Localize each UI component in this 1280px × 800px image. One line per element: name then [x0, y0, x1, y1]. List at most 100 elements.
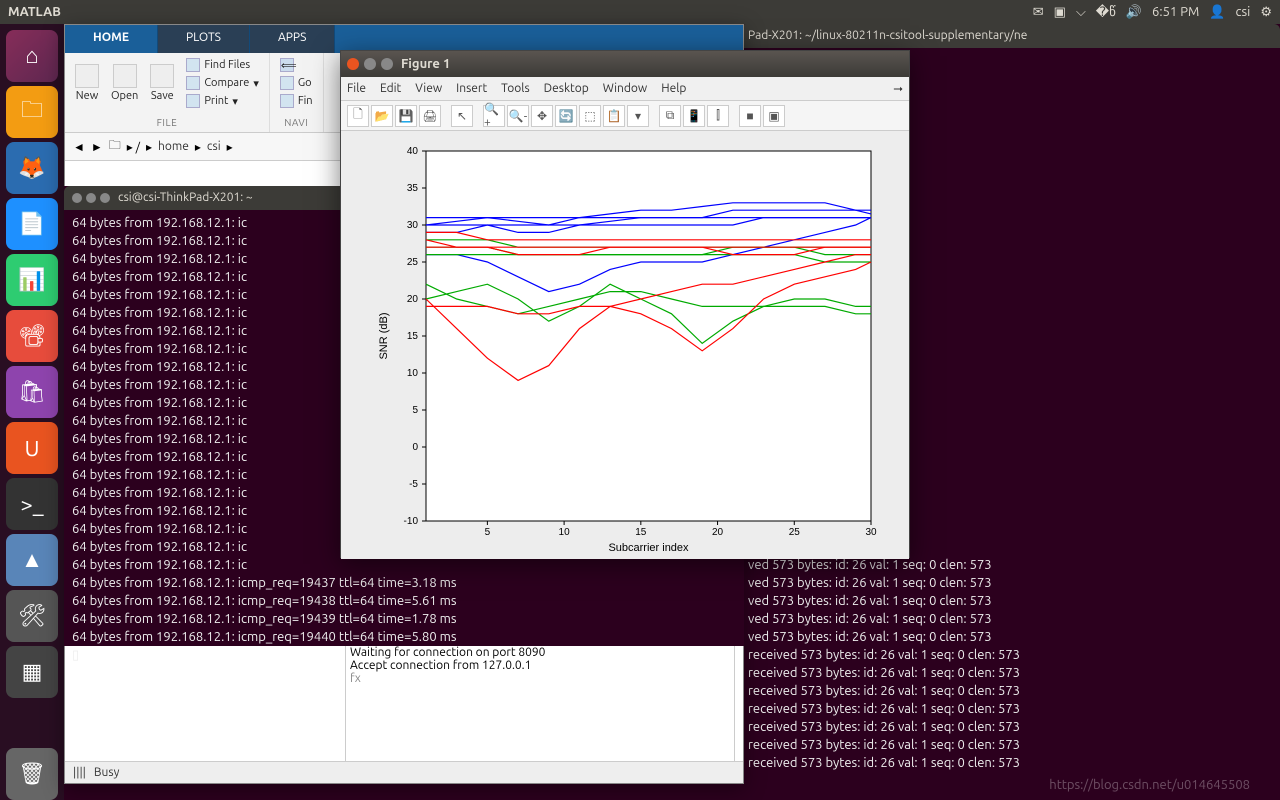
launcher-impress[interactable]: 📽	[6, 310, 58, 362]
launcher-calc[interactable]: 📊	[6, 254, 58, 306]
launcher-terminal[interactable]: >_	[6, 478, 58, 530]
figure-tool-15[interactable]: ■	[739, 105, 761, 127]
launcher-software[interactable]: 🛍	[6, 366, 58, 418]
open-button[interactable]: Open	[107, 62, 142, 104]
minimize-icon[interactable]	[364, 58, 376, 70]
figure-tool-0[interactable]: 🗋	[347, 105, 369, 127]
figure-tool-10[interactable]: 📋	[603, 105, 625, 127]
terminal-left-title: csi@csi-ThinkPad-X201: ~	[118, 189, 253, 207]
figure-tool-16[interactable]: ▣	[763, 105, 785, 127]
figure-canvas: -10-5051015202530354051015202530Subcarri…	[341, 131, 909, 559]
maximize-icon[interactable]	[381, 58, 393, 70]
figure-menubar: File Edit View Insert Tools Desktop Window Help…	[341, 77, 909, 101]
folder-icon: 🗀	[109, 136, 121, 157]
matlab-status-bar: |||| Busy	[65, 761, 743, 783]
busy-indicator: ||||	[73, 766, 86, 779]
svg-text:25: 25	[789, 527, 801, 538]
svg-text:15: 15	[635, 527, 647, 538]
goto-button[interactable]: Go	[276, 75, 316, 91]
figure-menu-help[interactable]: Help	[661, 82, 686, 95]
battery-icon[interactable]: ▣	[1054, 5, 1066, 20]
launcher-matlab[interactable]: ▲	[6, 534, 58, 586]
terminal-right-title: Pad-X201: ~/linux-80211n-csitool-supplem…	[748, 27, 1027, 45]
fx-prompt: fx	[350, 672, 730, 685]
figure-window: Figure 1 File Edit View Insert Tools Desktop W…	[340, 50, 910, 558]
svg-text:0: 0	[412, 442, 418, 453]
tab-plots[interactable]: PLOTS	[158, 25, 250, 53]
tab-apps[interactable]: APPS	[250, 25, 335, 53]
figure-menu-overflow[interactable]: ⭢	[893, 82, 903, 96]
launcher-dash[interactable]: ⌂	[6, 30, 58, 82]
active-app-title: MATLAB	[8, 5, 61, 19]
launcher-workspaces[interactable]: ▦	[6, 646, 58, 698]
compare-button[interactable]: Compare▾	[182, 75, 263, 91]
figure-tool-1[interactable]: 📂	[371, 105, 393, 127]
figure-tool-5[interactable]: 🔍+	[483, 105, 505, 127]
print-button[interactable]: Print▾	[182, 93, 263, 109]
save-button[interactable]: Save	[146, 62, 178, 104]
nav-fwd-icon[interactable]: ►	[91, 140, 103, 154]
svg-text:20: 20	[407, 294, 419, 305]
unity-launcher: ⌂ 🗀 🦊 📄 📊 📽 🛍 U >_ ▲ 🛠 ▦ 🗑	[0, 24, 64, 800]
svg-text:35: 35	[407, 183, 419, 194]
figure-menu-insert[interactable]: Insert	[456, 82, 487, 95]
back-button[interactable]: ⟸	[276, 57, 298, 73]
svg-text:30: 30	[865, 527, 877, 538]
figure-menu-file[interactable]: File	[347, 82, 366, 95]
svg-text:10: 10	[559, 527, 571, 538]
svg-text:20: 20	[712, 527, 724, 538]
figure-tool-11[interactable]: ▾	[627, 105, 649, 127]
bluetooth-icon[interactable]: ⌵	[1076, 5, 1086, 20]
launcher-firefox[interactable]: 🦊	[6, 142, 58, 194]
gear-icon[interactable]: ⚙	[1260, 5, 1272, 20]
watermark: https://blog.csdn.net/u014645508	[1049, 778, 1250, 792]
tab-home[interactable]: HOME	[65, 25, 158, 53]
user-icon[interactable]: 👤	[1209, 5, 1225, 20]
figure-titlebar[interactable]: Figure 1	[341, 51, 909, 77]
svg-text:40: 40	[407, 146, 419, 157]
mail-icon[interactable]: ✉	[1033, 5, 1044, 20]
figure-tool-9[interactable]: ⬚	[579, 105, 601, 127]
figure-tool-12[interactable]: ⧉	[659, 105, 681, 127]
figure-tool-7[interactable]: ✥	[531, 105, 553, 127]
figure-menu-view[interactable]: View	[415, 82, 442, 95]
system-menubar: MATLAB ✉ ▣ ⌵ �წ 🔊 6:51 PM 👤 csi ⚙	[0, 0, 1280, 24]
svg-text:30: 30	[407, 220, 419, 231]
clock[interactable]: 6:51 PM	[1152, 5, 1199, 19]
figure-tool-4[interactable]: ↖	[451, 105, 473, 127]
svg-text:10: 10	[407, 368, 419, 379]
new-button[interactable]: New	[71, 62, 103, 104]
wifi-icon[interactable]: �წ	[1096, 5, 1116, 20]
figure-title: Figure 1	[401, 57, 450, 71]
volume-icon[interactable]: 🔊	[1126, 5, 1142, 20]
svg-text:5: 5	[485, 527, 491, 538]
figure-menu-tools[interactable]: Tools	[501, 82, 530, 95]
figure-tool-13[interactable]: 📱	[683, 105, 705, 127]
figure-menu-edit[interactable]: Edit	[380, 82, 401, 95]
launcher-ubuntu[interactable]: U	[6, 422, 58, 474]
svg-text:15: 15	[407, 331, 419, 342]
svg-text:SNR (dB): SNR (dB)	[378, 312, 390, 359]
figure-tool-2[interactable]: 💾	[395, 105, 417, 127]
user-name[interactable]: csi	[1235, 5, 1250, 19]
find-files-button[interactable]: Find Files	[182, 57, 263, 73]
figure-toolbar: 🗋📂💾🖨 ↖ 🔍+🔍-✥🔄⬚📋▾ ⧉📱⫿ ■▣	[341, 101, 909, 131]
launcher-writer[interactable]: 📄	[6, 198, 58, 250]
find-button[interactable]: Fin	[276, 93, 317, 109]
figure-menu-window[interactable]: Window	[603, 82, 647, 95]
figure-tool-14[interactable]: ⫿	[707, 105, 729, 127]
figure-menu-desktop[interactable]: Desktop	[544, 82, 589, 95]
launcher-files[interactable]: 🗀	[6, 86, 58, 138]
nav-back-icon[interactable]: ◄	[73, 140, 85, 154]
status-text: Busy	[94, 766, 119, 779]
svg-text:5: 5	[412, 405, 418, 416]
figure-tool-3[interactable]: 🖨	[419, 105, 441, 127]
launcher-trash[interactable]: 🗑	[6, 748, 58, 800]
launcher-settings[interactable]: 🛠	[6, 590, 58, 642]
svg-text:-10: -10	[404, 516, 419, 527]
figure-tool-8[interactable]: 🔄	[555, 105, 577, 127]
close-icon[interactable]	[347, 58, 359, 70]
svg-text:Subcarrier index: Subcarrier index	[608, 542, 689, 551]
figure-tool-6[interactable]: 🔍-	[507, 105, 529, 127]
svg-text:-5: -5	[409, 479, 418, 490]
